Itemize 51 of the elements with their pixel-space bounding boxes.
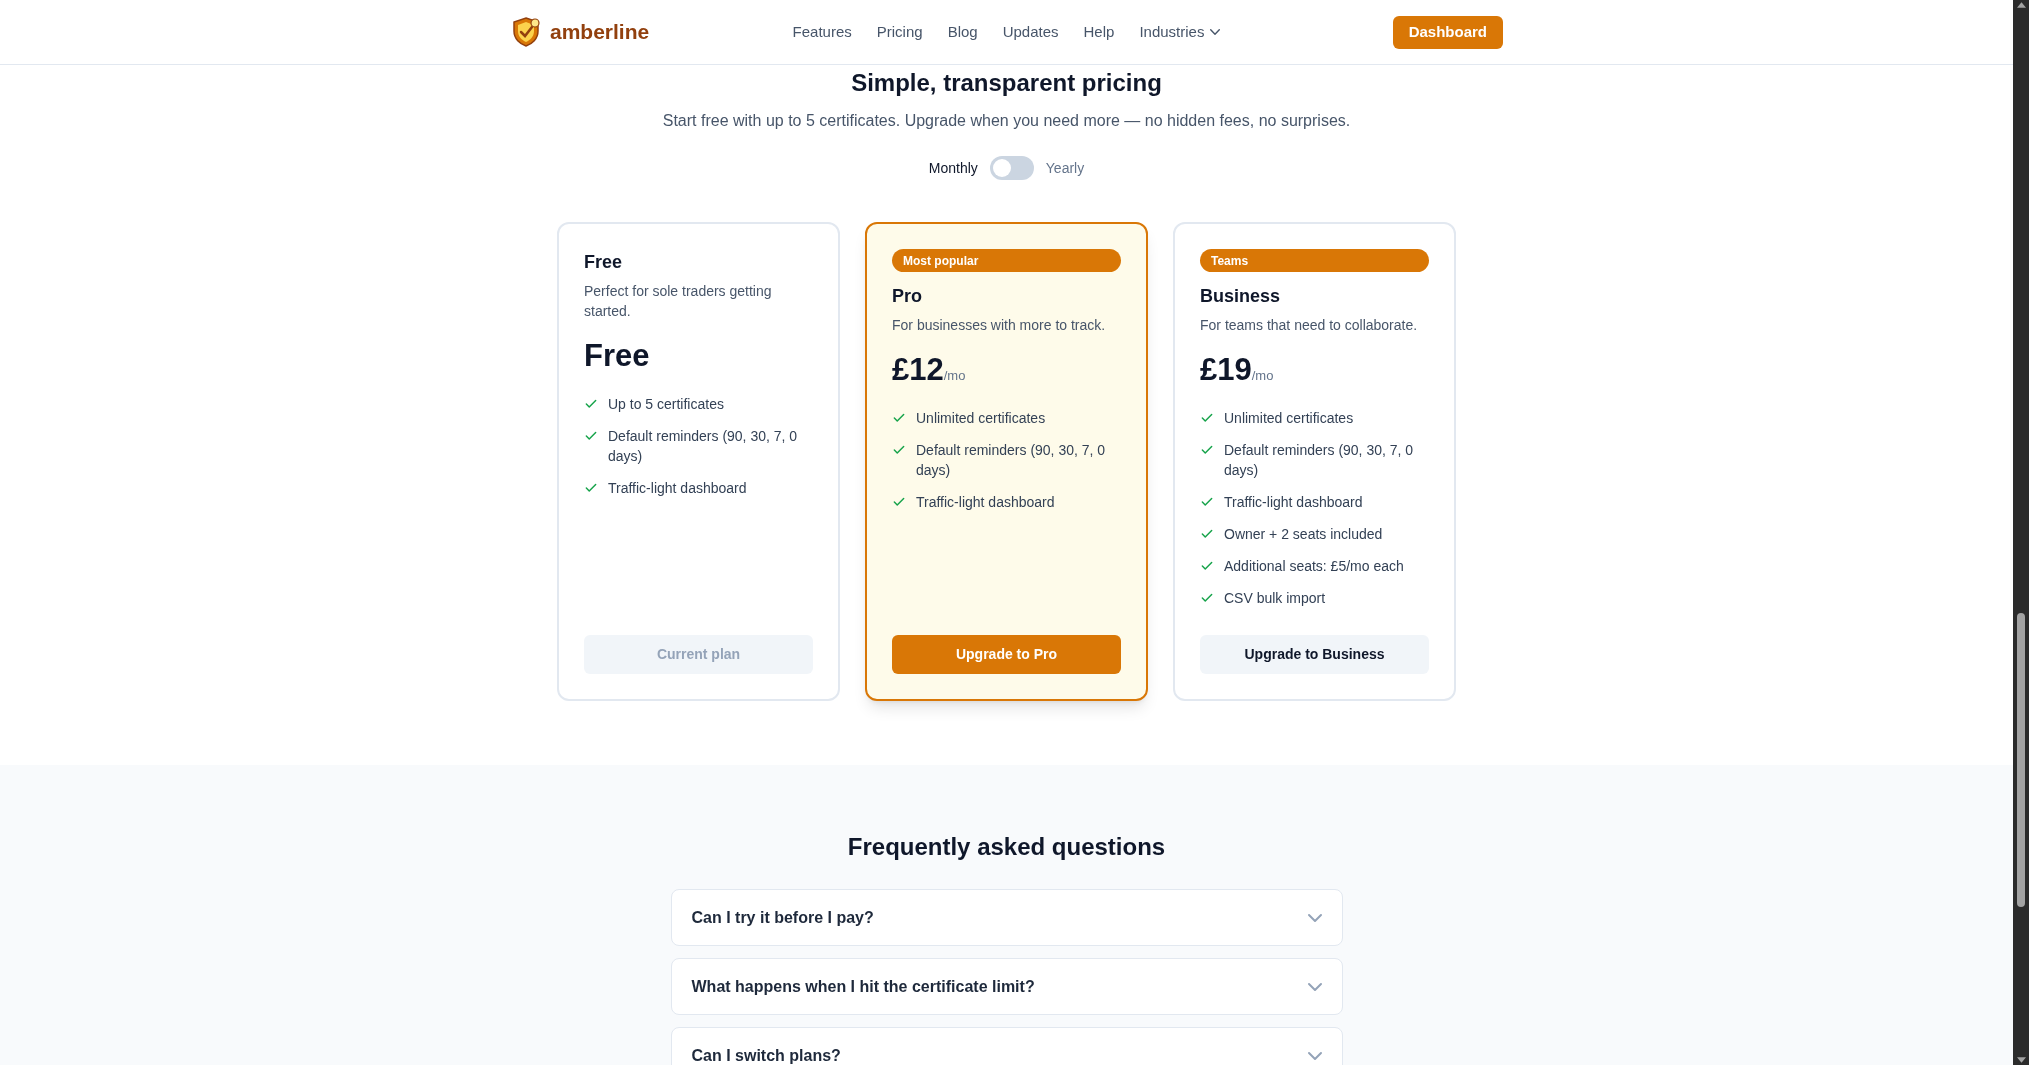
plan-badge: Most popular [892, 249, 1121, 272]
pricing-title: Simple, transparent pricing [851, 68, 1162, 98]
chevron-icon [1210, 29, 1221, 35]
shield-logo-icon [510, 16, 542, 48]
feature-text: Traffic-light dashboard [1224, 492, 1363, 512]
price-period: /mo [1251, 368, 1274, 385]
feature-text: Default reminders (90, 30, 7, 0 days) [916, 440, 1107, 480]
feature-text: Default reminders (90, 30, 7, 0 days) [1224, 440, 1415, 480]
feature-text: Unlimited certificates [1224, 408, 1354, 428]
feature-text: CSV bulk import [1224, 588, 1326, 608]
chevron-icon [1307, 982, 1322, 991]
scroll-down-icon[interactable] [2016, 1057, 2026, 1063]
faq-item[interactable]: Can I try it before I pay? [670, 889, 1343, 946]
plan-name: Pro [892, 285, 923, 308]
brand-name[interactable]: amberline [550, 16, 650, 48]
plan-name: Free [584, 251, 624, 274]
scrollbar[interactable] [2013, 0, 2029, 1065]
chevron-icon [1307, 1051, 1322, 1060]
nav-link[interactable]: Features [792, 20, 852, 44]
price-period: /mo [943, 368, 966, 385]
nav-link[interactable]: Updates [1002, 20, 1059, 44]
feature-text: Traffic-light dashboard [608, 478, 747, 498]
nav-link[interactable]: Help [1083, 20, 1115, 44]
scroll-thumb[interactable] [2017, 613, 2025, 907]
pricing-subtitle: Start free with up to 5 certificates. Upgrade when you need more — no hidden fees, no surprises. [662, 111, 1351, 131]
billing-toggle[interactable] [989, 156, 1034, 180]
feature-text: Traffic-light dashboard [916, 492, 1055, 512]
faq-title: Frequently asked questions [847, 832, 1166, 862]
monthly-label: Monthly [928, 158, 978, 178]
plan-description: Perfect for sole traders getting started. [584, 282, 773, 321]
feature-text: Default reminders (90, 30, 7, 0 days) [608, 426, 799, 466]
nav-link[interactable]: Industries [1139, 20, 1221, 44]
plan-description: For teams that need to collaborate. [1200, 316, 1419, 335]
feature-text: Unlimited certificates [916, 408, 1046, 428]
nav-link[interactable]: Blog [947, 20, 978, 44]
plan-badge: Teams [1200, 249, 1429, 272]
feature-text: Up to 5 certificates [608, 394, 724, 414]
faq-item[interactable]: Can I switch plans? [670, 1027, 1343, 1065]
yearly-label: Yearly [1045, 158, 1085, 178]
scroll-up-icon[interactable] [2016, 2, 2026, 8]
plan-name: Business [1200, 285, 1282, 308]
feature-text: Owner + 2 seats included [1224, 524, 1383, 544]
plan-description: For businesses with more to track. [892, 316, 1107, 335]
nav-link[interactable]: Pricing [876, 20, 923, 44]
plan-button[interactable]: Upgrade to Business [1200, 635, 1429, 674]
plan-price: £12 [892, 351, 944, 389]
chevron-icon [1307, 913, 1322, 922]
plan-price: Free [584, 337, 650, 375]
plan-price: £19 [1200, 351, 1252, 389]
faq-item[interactable]: What happens when I hit the certificate limit? [670, 958, 1343, 1015]
feature-text: Additional seats: £5/mo each [1224, 556, 1404, 576]
